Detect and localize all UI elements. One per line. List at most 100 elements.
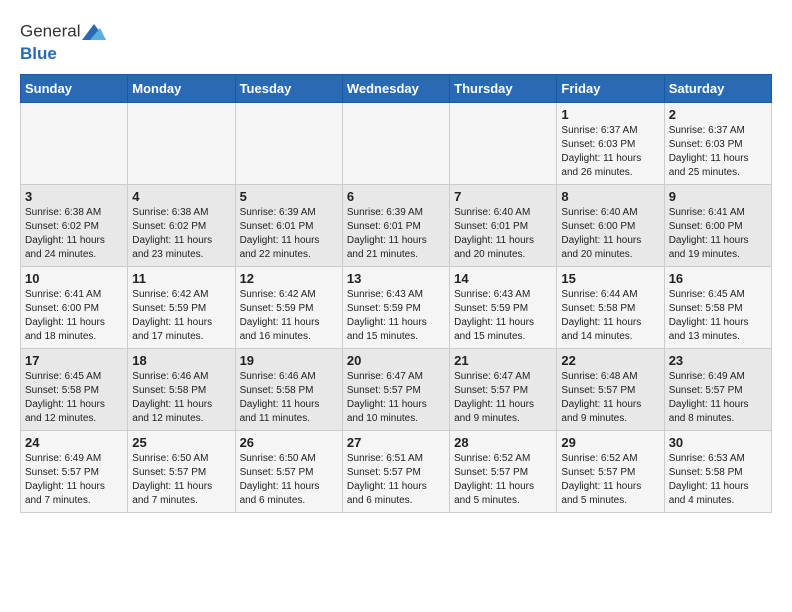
day-info: Sunrise: 6:42 AM Sunset: 5:59 PM Dayligh… bbox=[132, 288, 230, 344]
day-info: Sunrise: 6:43 AM Sunset: 5:59 PM Dayligh… bbox=[454, 288, 552, 344]
day-of-week-header: Thursday bbox=[450, 75, 557, 103]
calendar-cell: 21 Sunrise: 6:47 AM Sunset: 5:57 PM Dayli… bbox=[450, 349, 557, 431]
calendar-cell: 6 Sunrise: 6:39 AM Sunset: 6:01 PM Daylig… bbox=[342, 185, 449, 267]
day-info: Sunrise: 6:39 AM Sunset: 6:01 PM Dayligh… bbox=[347, 206, 445, 262]
calendar-cell: 1 Sunrise: 6:37 AM Sunset: 6:03 PM Daylig… bbox=[557, 103, 664, 185]
days-of-week-row: SundayMondayTuesdayWednesdayThursdayFrid… bbox=[21, 75, 772, 103]
day-number: 1 bbox=[561, 107, 659, 122]
day-info: Sunrise: 6:37 AM Sunset: 6:03 PM Dayligh… bbox=[561, 124, 659, 180]
day-number: 3 bbox=[25, 189, 123, 204]
day-info: Sunrise: 6:48 AM Sunset: 5:57 PM Dayligh… bbox=[561, 370, 659, 426]
calendar-week-row: 24Sunrise: 6:49 AM Sunset: 5:57 PM Dayli… bbox=[21, 431, 772, 513]
day-info: Sunrise: 6:44 AM Sunset: 5:58 PM Dayligh… bbox=[561, 288, 659, 344]
day-of-week-header: Monday bbox=[128, 75, 235, 103]
day-number: 8 bbox=[561, 189, 659, 204]
calendar-week-row: 10 Sunrise: 6:41 AM Sunset: 6:00 PM Dayli… bbox=[21, 267, 772, 349]
day-number: 10 bbox=[25, 271, 123, 286]
day-number: 7 bbox=[454, 189, 552, 204]
calendar-week-row: 3 Sunrise: 6:38 AM Sunset: 6:02 PM Daylig… bbox=[21, 185, 772, 267]
day-number: 28 bbox=[454, 435, 552, 450]
calendar-cell: 26 Sunrise: 6:50 AM Sunset: 5:57 PM Dayli… bbox=[235, 431, 342, 513]
day-of-week-header: Friday bbox=[557, 75, 664, 103]
day-info: Sunrise: 6:45 AM Sunset: 5:58 PM Dayligh… bbox=[669, 288, 767, 344]
day-number: 11 bbox=[132, 271, 230, 286]
calendar-cell bbox=[235, 103, 342, 185]
day-number: 18 bbox=[132, 353, 230, 368]
day-info: Sunrise: 6:47 AM Sunset: 5:57 PM Dayligh… bbox=[454, 370, 552, 426]
day-info: Sunrise: 6:43 AM Sunset: 5:59 PM Dayligh… bbox=[347, 288, 445, 344]
calendar-cell bbox=[128, 103, 235, 185]
calendar-week-row: 1 Sunrise: 6:37 AM Sunset: 6:03 PM Daylig… bbox=[21, 103, 772, 185]
calendar-cell: 27 Sunrise: 6:51 AM Sunset: 5:57 PM Dayli… bbox=[342, 431, 449, 513]
day-number: 30 bbox=[669, 435, 767, 450]
day-of-week-header: Sunday bbox=[21, 75, 128, 103]
day-of-week-header: Saturday bbox=[664, 75, 771, 103]
day-number: 6 bbox=[347, 189, 445, 204]
day-info: Sunrise: 6:39 AM Sunset: 6:01 PM Dayligh… bbox=[240, 206, 338, 262]
calendar-cell: 5 Sunrise: 6:39 AM Sunset: 6:01 PM Daylig… bbox=[235, 185, 342, 267]
day-info: Sunrise: 6:38 AM Sunset: 6:02 PM Dayligh… bbox=[25, 206, 123, 262]
calendar-cell: 23Sunrise: 6:49 AM Sunset: 5:57 PM Dayli… bbox=[664, 349, 771, 431]
calendar-cell: 12Sunrise: 6:42 AM Sunset: 5:59 PM Dayli… bbox=[235, 267, 342, 349]
day-info: Sunrise: 6:50 AM Sunset: 5:57 PM Dayligh… bbox=[132, 452, 230, 508]
calendar-cell: 30 Sunrise: 6:53 AM Sunset: 5:58 PM Dayli… bbox=[664, 431, 771, 513]
day-info: Sunrise: 6:46 AM Sunset: 5:58 PM Dayligh… bbox=[240, 370, 338, 426]
page-header: General Blue bbox=[20, 20, 772, 64]
calendar-cell: 14 Sunrise: 6:43 AM Sunset: 5:59 PM Dayli… bbox=[450, 267, 557, 349]
calendar-cell: 25Sunrise: 6:50 AM Sunset: 5:57 PM Dayli… bbox=[128, 431, 235, 513]
day-number: 13 bbox=[347, 271, 445, 286]
calendar-cell bbox=[21, 103, 128, 185]
day-number: 22 bbox=[561, 353, 659, 368]
day-info: Sunrise: 6:41 AM Sunset: 6:00 PM Dayligh… bbox=[25, 288, 123, 344]
day-info: Sunrise: 6:53 AM Sunset: 5:58 PM Dayligh… bbox=[669, 452, 767, 508]
day-info: Sunrise: 6:38 AM Sunset: 6:02 PM Dayligh… bbox=[132, 206, 230, 262]
calendar-week-row: 17 Sunrise: 6:45 AM Sunset: 5:58 PM Dayli… bbox=[21, 349, 772, 431]
day-number: 16 bbox=[669, 271, 767, 286]
day-number: 9 bbox=[669, 189, 767, 204]
day-number: 27 bbox=[347, 435, 445, 450]
day-number: 2 bbox=[669, 107, 767, 122]
day-info: Sunrise: 6:41 AM Sunset: 6:00 PM Dayligh… bbox=[669, 206, 767, 262]
day-number: 15 bbox=[561, 271, 659, 286]
day-number: 29 bbox=[561, 435, 659, 450]
day-number: 12 bbox=[240, 271, 338, 286]
calendar-cell: 8 Sunrise: 6:40 AM Sunset: 6:00 PM Daylig… bbox=[557, 185, 664, 267]
calendar-cell: 17 Sunrise: 6:45 AM Sunset: 5:58 PM Dayli… bbox=[21, 349, 128, 431]
day-info: Sunrise: 6:37 AM Sunset: 6:03 PM Dayligh… bbox=[669, 124, 767, 180]
day-of-week-header: Wednesday bbox=[342, 75, 449, 103]
calendar-body: 1 Sunrise: 6:37 AM Sunset: 6:03 PM Daylig… bbox=[21, 103, 772, 513]
day-number: 19 bbox=[240, 353, 338, 368]
day-info: Sunrise: 6:45 AM Sunset: 5:58 PM Dayligh… bbox=[25, 370, 123, 426]
day-number: 14 bbox=[454, 271, 552, 286]
day-number: 17 bbox=[25, 353, 123, 368]
logo-general: General bbox=[20, 21, 80, 40]
day-of-week-header: Tuesday bbox=[235, 75, 342, 103]
day-info: Sunrise: 6:52 AM Sunset: 5:57 PM Dayligh… bbox=[454, 452, 552, 508]
calendar-cell bbox=[450, 103, 557, 185]
calendar-cell: 3 Sunrise: 6:38 AM Sunset: 6:02 PM Daylig… bbox=[21, 185, 128, 267]
day-number: 26 bbox=[240, 435, 338, 450]
day-info: Sunrise: 6:49 AM Sunset: 5:57 PM Dayligh… bbox=[25, 452, 123, 508]
logo-blue: Blue bbox=[20, 44, 106, 64]
day-info: Sunrise: 6:40 AM Sunset: 6:00 PM Dayligh… bbox=[561, 206, 659, 262]
day-info: Sunrise: 6:50 AM Sunset: 5:57 PM Dayligh… bbox=[240, 452, 338, 508]
calendar-cell: 20Sunrise: 6:47 AM Sunset: 5:57 PM Dayli… bbox=[342, 349, 449, 431]
calendar-cell: 18Sunrise: 6:46 AM Sunset: 5:58 PM Dayli… bbox=[128, 349, 235, 431]
day-info: Sunrise: 6:47 AM Sunset: 5:57 PM Dayligh… bbox=[347, 370, 445, 426]
logo-icon bbox=[82, 20, 106, 44]
day-number: 5 bbox=[240, 189, 338, 204]
logo-text: General Blue bbox=[20, 20, 106, 64]
day-info: Sunrise: 6:51 AM Sunset: 5:57 PM Dayligh… bbox=[347, 452, 445, 508]
calendar-cell: 15 Sunrise: 6:44 AM Sunset: 5:58 PM Dayli… bbox=[557, 267, 664, 349]
calendar-cell: 29Sunrise: 6:52 AM Sunset: 5:57 PM Dayli… bbox=[557, 431, 664, 513]
calendar-cell: 16 Sunrise: 6:45 AM Sunset: 5:58 PM Dayli… bbox=[664, 267, 771, 349]
calendar-cell: 19 Sunrise: 6:46 AM Sunset: 5:58 PM Dayli… bbox=[235, 349, 342, 431]
calendar-cell bbox=[342, 103, 449, 185]
calendar-cell: 11 Sunrise: 6:42 AM Sunset: 5:59 PM Dayli… bbox=[128, 267, 235, 349]
calendar-cell: 10 Sunrise: 6:41 AM Sunset: 6:00 PM Dayli… bbox=[21, 267, 128, 349]
calendar-table: SundayMondayTuesdayWednesdayThursdayFrid… bbox=[20, 74, 772, 513]
day-info: Sunrise: 6:40 AM Sunset: 6:01 PM Dayligh… bbox=[454, 206, 552, 262]
day-number: 21 bbox=[454, 353, 552, 368]
calendar-cell: 2 Sunrise: 6:37 AM Sunset: 6:03 PM Daylig… bbox=[664, 103, 771, 185]
day-number: 4 bbox=[132, 189, 230, 204]
